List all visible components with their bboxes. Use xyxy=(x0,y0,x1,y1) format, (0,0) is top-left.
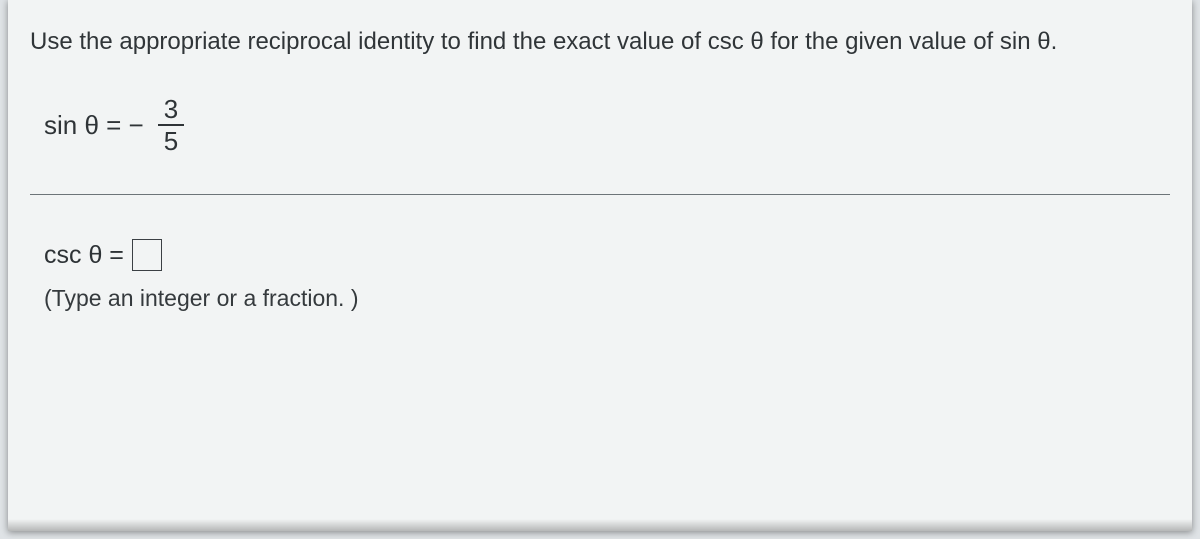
answer-lhs: csc θ = xyxy=(44,241,124,270)
given-lhs: sin θ = − xyxy=(44,110,144,141)
given-equation: sin θ = − 3 5 xyxy=(30,96,1170,154)
fraction-denominator: 5 xyxy=(158,126,184,154)
answer-hint: (Type an integer or a fraction. ) xyxy=(30,285,1170,312)
decorative-shadow xyxy=(8,519,1192,531)
answer-line: csc θ = xyxy=(30,239,1170,271)
divider xyxy=(30,194,1170,195)
fraction-numerator: 3 xyxy=(158,96,184,124)
question-prompt: Use the appropriate reciprocal identity … xyxy=(30,26,1170,58)
given-fraction: 3 5 xyxy=(158,96,184,154)
answer-input[interactable] xyxy=(132,239,162,271)
question-card: Use the appropriate reciprocal identity … xyxy=(8,0,1192,531)
